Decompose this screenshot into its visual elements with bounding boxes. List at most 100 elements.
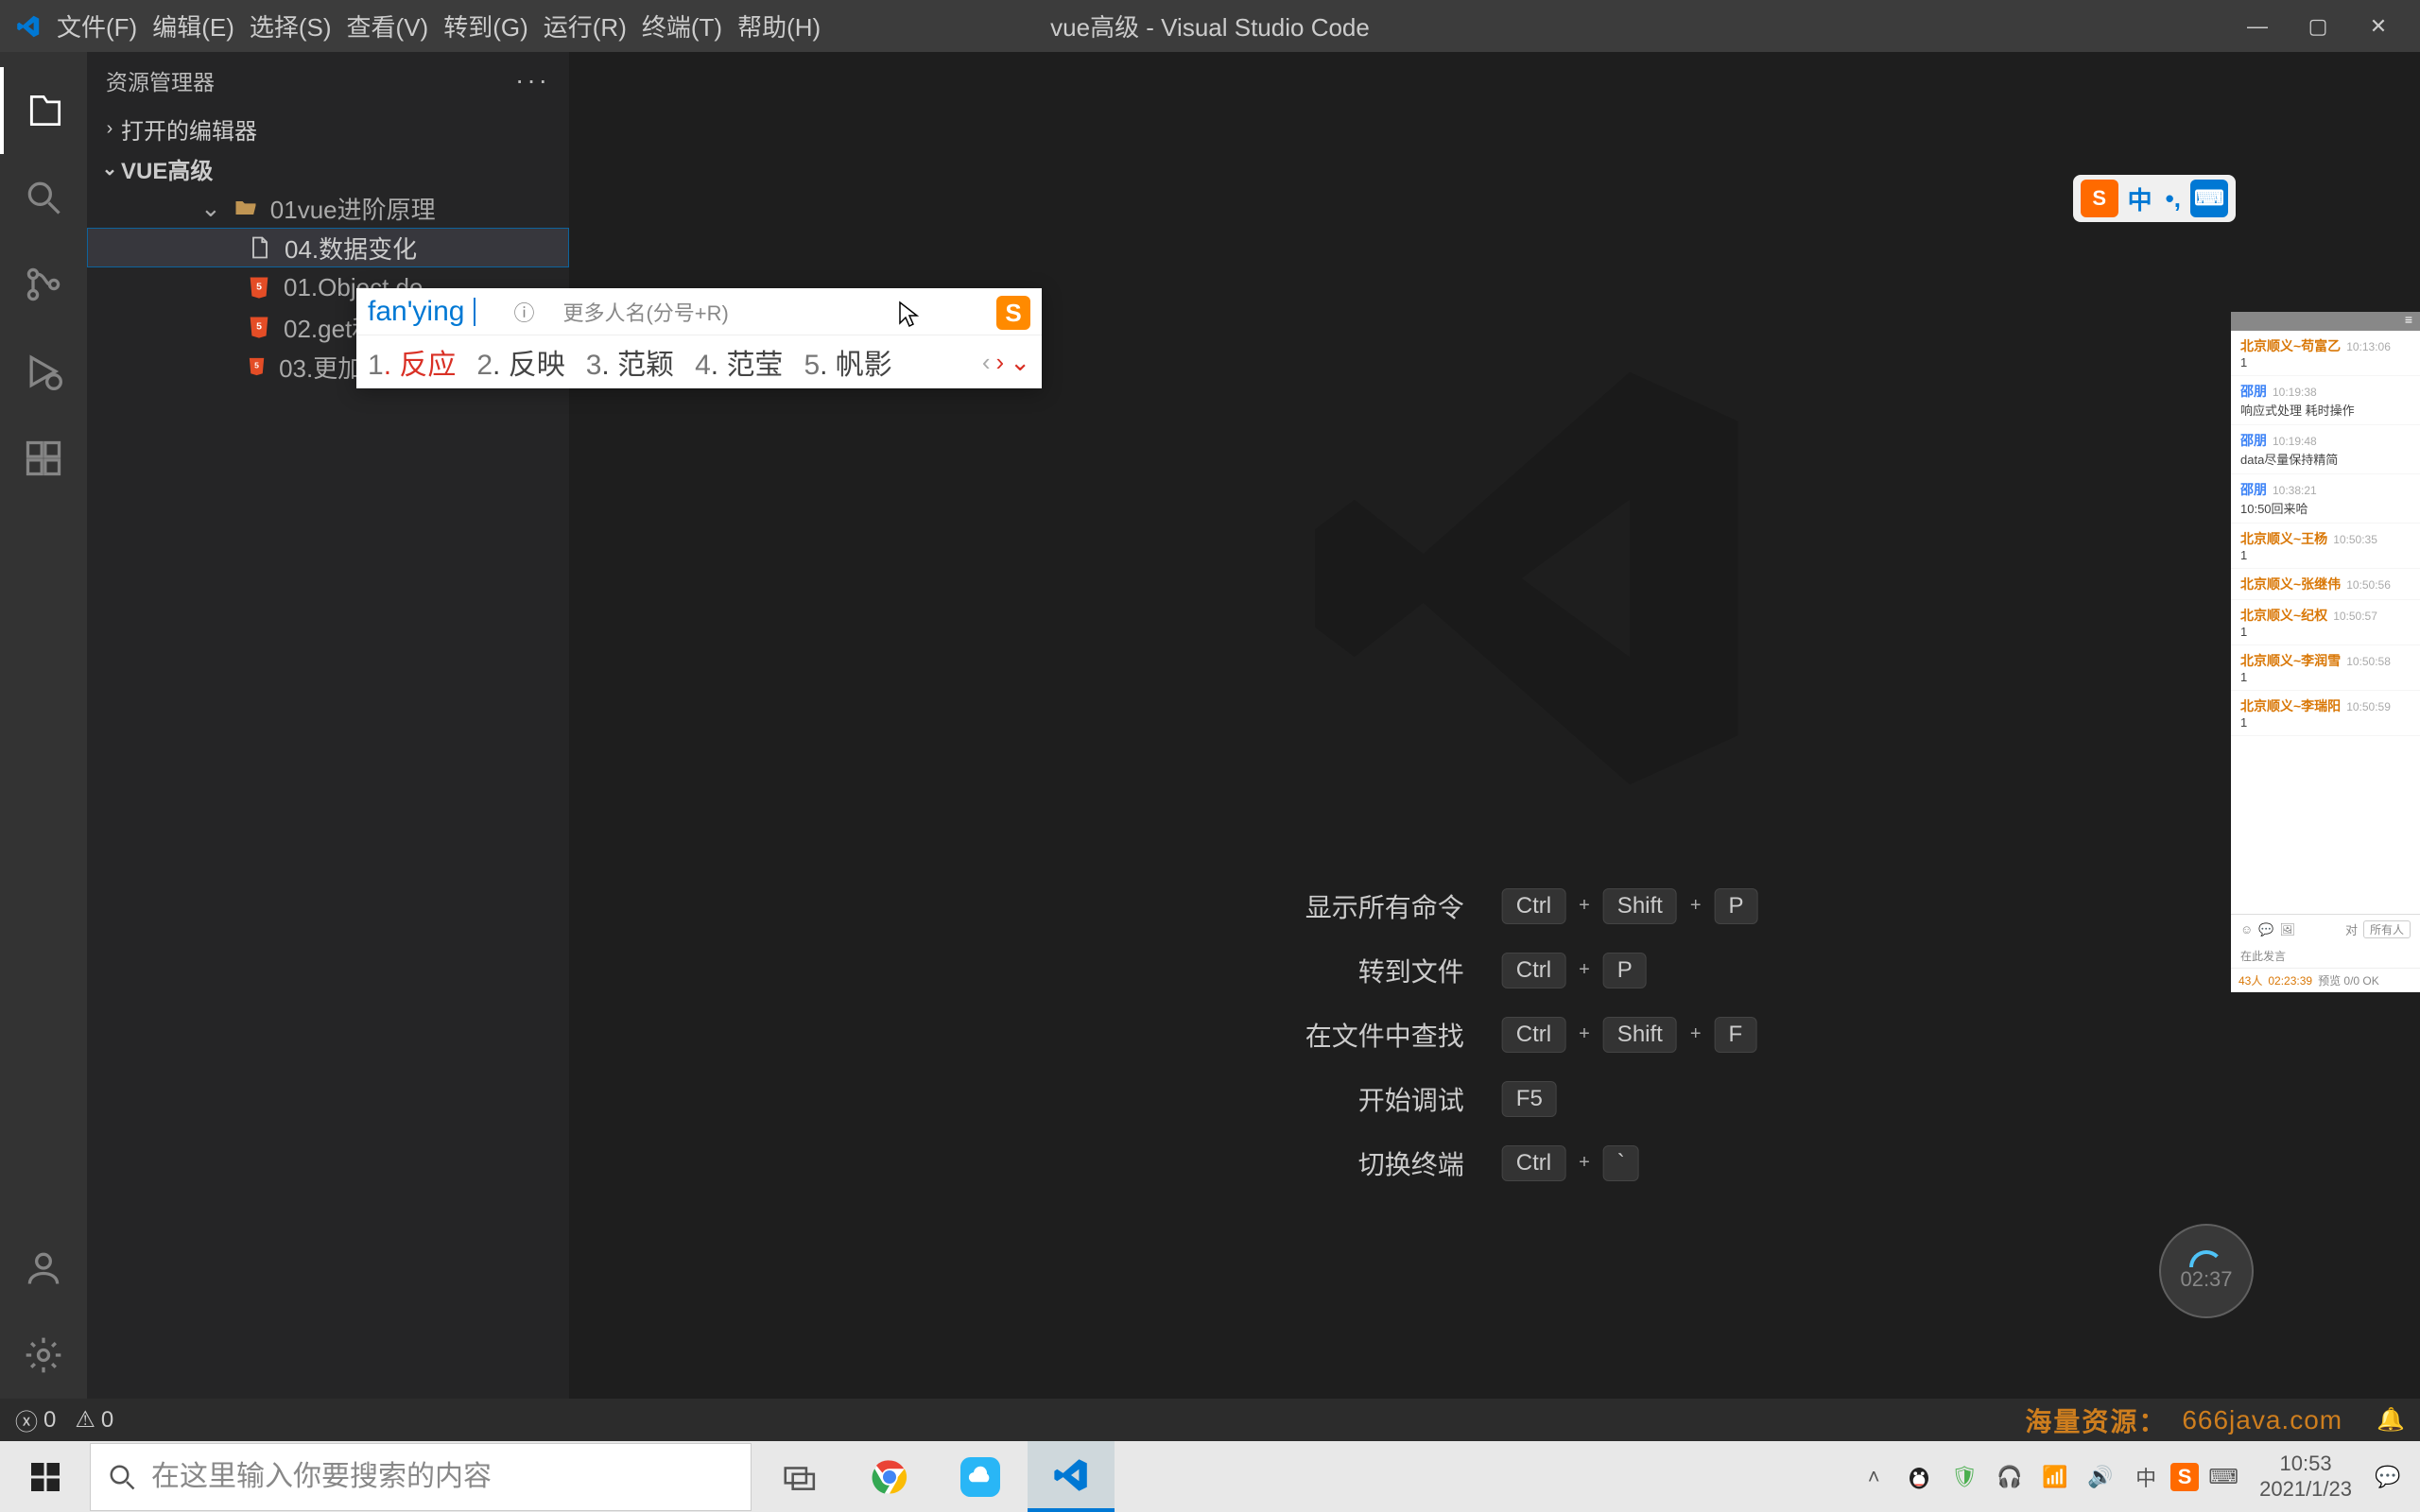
open-editors-section[interactable]: › 打开的编辑器 [87,109,569,148]
activity-extensions[interactable] [0,415,87,502]
chat-text: 响应式处理 耗时操作 [2240,401,2411,419]
shortcut-label: 切换终端 [1305,1144,1464,1182]
activity-scm[interactable] [0,241,87,328]
shortcut-keys: Ctrl+Shift+P [1502,887,1758,925]
ime-candidates: 1. 反应 2. 反映 3. 范颖 4. 范莹 5. 帆影 ‹ › ⌄ [356,335,1042,388]
chat-input-row: ☺ 💬 🖼 对 所有人 [2231,914,2420,944]
chat-timer: 02:23:39 [2268,974,2312,988]
ime-candidate[interactable]: 2. 反映 [476,341,564,383]
volume-tray-icon[interactable]: 🔊 [2080,1456,2121,1498]
chat-message: 北京顺义~李瑞阳10:50:591 [2231,691,2420,736]
chat-header[interactable]: ≡ [2231,312,2420,331]
explorer-more-icon[interactable]: ··· [515,65,550,95]
menu-help[interactable]: 帮助(H) [737,9,821,43]
folder-open-icon [233,195,259,221]
shortcut-label: 在文件中查找 [1305,1016,1464,1054]
timer-value: 02:37 [2180,1267,2232,1292]
activity-explorer[interactable] [0,67,87,154]
cloud-app-icon[interactable] [937,1441,1024,1512]
vscode-app-icon[interactable] [1028,1441,1115,1512]
recording-timer[interactable]: 02:37 [2159,1224,2254,1318]
chat-message: 邵朋10:19:48data尽量保持精简 [2231,425,2420,474]
chat-message: 北京顺义~张继伟10:50:56 [2231,569,2420,600]
chat-message: 北京顺义~苟富乙10:13:061 [2231,331,2420,376]
activity-account[interactable] [0,1225,87,1312]
chat-message: 北京顺义~李润雪10:50:581 [2231,645,2420,691]
bell-icon[interactable]: 🔔 [2377,1406,2405,1434]
close-button[interactable]: ✕ [2360,8,2397,45]
lang-tray-icon[interactable]: 中 [2125,1456,2167,1498]
task-view-icon[interactable] [755,1441,842,1512]
shield-tray-icon[interactable]: 🛡 [1944,1456,1985,1498]
emoji-icon[interactable]: ☺ [2240,922,2253,936]
shortcut-keys: Ctrl+` [1502,1144,1758,1182]
headset-tray-icon[interactable]: 🎧 [1989,1456,2031,1498]
chrome-app-icon[interactable] [846,1441,933,1512]
menu-terminal[interactable]: 终端(T) [642,9,722,43]
sogou-tray-icon[interactable]: S [2170,1463,2199,1491]
chat-count: 43人 [2238,972,2262,988]
project-section[interactable]: ⌄ VUE高级 [87,148,569,188]
tree-file-editing[interactable]: 04.数据变化 [87,228,569,267]
chat-timestamp: 10:50:57 [2333,610,2377,623]
system-tray: ˄ 🛡 🎧 📶 🔊 中 S ⌨ 10:53 2021/1/23 💬 [1853,1452,2420,1502]
explorer-title: 资源管理器 [106,64,215,96]
chat-timestamp: 10:50:35 [2333,533,2377,546]
tray-expand-icon[interactable]: ˄ [1853,1456,1894,1498]
ime-next-icon[interactable]: › [996,348,1005,377]
menu-goto[interactable]: 转到(G) [443,9,528,43]
menu-edit[interactable]: 编辑(E) [152,9,234,43]
ime-candidate[interactable]: 3. 范颖 [586,341,674,383]
chat-username: 北京顺义~苟富乙 [2240,338,2341,353]
sogou-indicator[interactable]: S 中 •, ⌨ [2073,175,2236,222]
html-file-icon: 5 [246,314,272,340]
taskbar-clock[interactable]: 10:53 2021/1/23 [2248,1452,2363,1502]
menu-select[interactable]: 选择(S) [250,9,332,43]
activity-settings[interactable] [0,1312,87,1399]
activity-debug[interactable] [0,328,87,415]
chat-messages[interactable]: 北京顺义~苟富乙10:13:061邵朋10:19:38响应式处理 耗时操作邵朋1… [2231,331,2420,914]
status-errors[interactable]: ⓧ 0 [15,1403,56,1436]
explorer-sidebar: 资源管理器 ··· › 打开的编辑器 ⌄ VUE高级 ⌄ 01vue进阶原理 [87,52,569,1399]
image-icon[interactable]: 🖼 [2279,922,2295,937]
chat-icon[interactable]: 💬 [2258,922,2273,937]
shortcut-keys: Ctrl+Shift+F [1502,1016,1758,1054]
taskbar-apps [755,1441,1115,1512]
ime-expand-icon[interactable]: ⌄ [1010,348,1030,377]
minimize-button[interactable]: — [2238,8,2276,45]
chat-recipient-select[interactable]: 所有人 [2363,920,2411,938]
chat-timestamp: 10:50:58 [2346,655,2391,668]
menu-run[interactable]: 运行(R) [544,9,627,43]
chat-status: 预览 0/0 OK [2318,972,2379,988]
windows-taskbar: ˄ 🛡 🎧 📶 🔊 中 S ⌨ 10:53 2021/1/23 💬 [0,1441,2420,1512]
taskbar-search-input[interactable] [151,1461,734,1493]
watermark-text: 海量资源： [2025,1401,2167,1439]
chat-timestamp: 10:50:59 [2346,700,2391,713]
shortcut-label: 显示所有命令 [1305,887,1464,925]
keyboard-tray-icon[interactable]: ⌨ [2203,1456,2244,1498]
file-rename-input[interactable]: 04.数据变化 [285,231,417,266]
chevron-down-icon: ⌄ [200,194,221,223]
ime-prev-icon[interactable]: ‹ [982,348,991,377]
ime-candidate[interactable]: 4. 范莹 [695,341,783,383]
wifi-tray-icon[interactable]: 📶 [2034,1456,2076,1498]
menu-file[interactable]: 文件(F) [57,9,137,43]
ime-candidate[interactable]: 5. 帆影 [804,341,891,383]
notifications-tray-icon[interactable]: 💬 [2367,1456,2409,1498]
chat-message: 邵朋10:38:2110:50回来哈 [2231,474,2420,524]
activity-search[interactable] [0,154,87,241]
project-label: VUE高级 [121,152,213,185]
menu-view[interactable]: 查看(V) [347,9,429,43]
chat-username: 北京顺义~张继伟 [2240,576,2341,592]
search-icon [108,1463,136,1491]
tree-folder[interactable]: ⌄ 01vue进阶原理 [87,188,569,228]
ime-candidate[interactable]: 1. 反应 [368,341,456,383]
status-warnings[interactable]: ⚠ 0 [75,1406,113,1434]
qq-tray-icon[interactable] [1898,1456,1940,1498]
maximize-button[interactable]: ▢ [2299,8,2337,45]
chat-placeholder[interactable]: 在此发言 [2231,944,2420,968]
watermark-url: 666java.com [2182,1405,2342,1435]
taskbar-search[interactable] [90,1443,752,1511]
start-button[interactable] [0,1441,90,1512]
status-bar: ⓧ 0 ⚠ 0 海量资源： 666java.com 🔔 [0,1399,2420,1441]
